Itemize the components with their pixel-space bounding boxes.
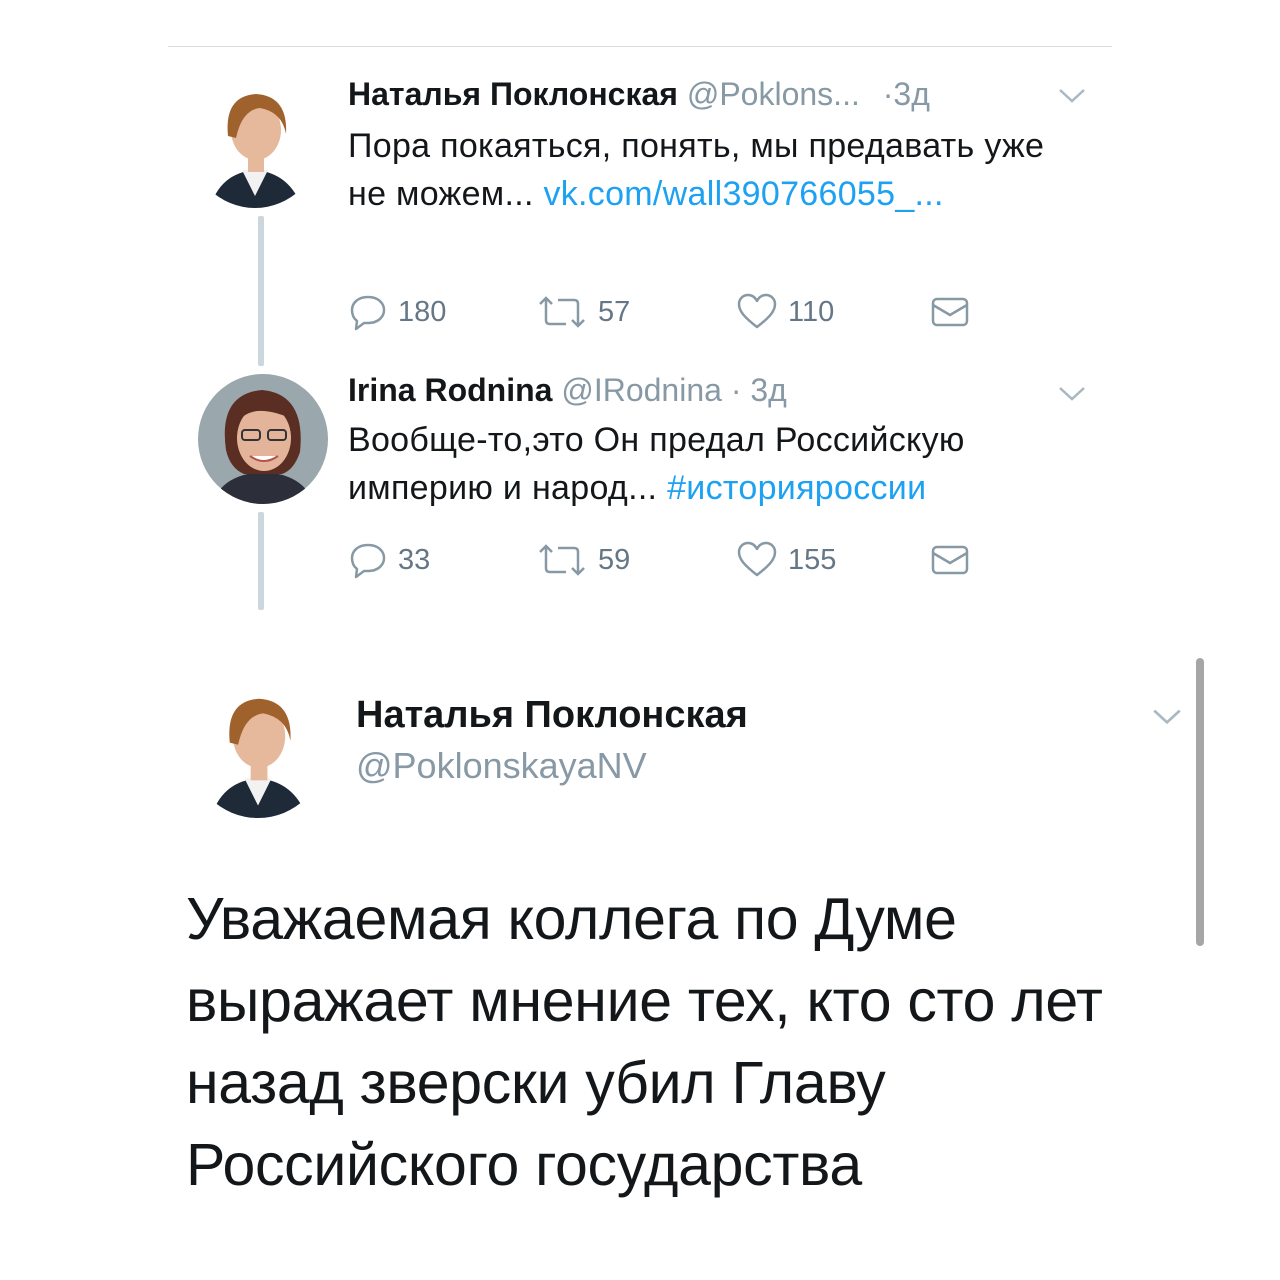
reply-button[interactable]: 180 — [348, 292, 446, 332]
like-button[interactable]: 110 — [736, 292, 834, 332]
tweet-actions: 33 59 155 — [348, 540, 988, 580]
retweet-count: 57 — [598, 295, 631, 328]
tweet-header: Наталья Поклонская @Poklons... ·3д — [348, 74, 930, 114]
tweet-link[interactable]: vk.com/wall390766055_... — [543, 175, 943, 213]
tweet-header: Irina Rodnina @IRodnina · 3д — [348, 370, 787, 410]
hashtag-link[interactable]: #историяроссии — [667, 469, 926, 507]
reply-count: 33 — [398, 543, 431, 576]
author-handle[interactable]: @IRodnina — [561, 372, 722, 408]
separator-dot: · — [882, 76, 894, 112]
retweet-icon — [539, 544, 585, 576]
chevron-down-icon[interactable] — [1056, 86, 1088, 106]
avatar[interactable] — [198, 374, 328, 504]
retweet-button[interactable]: 59 — [536, 540, 630, 580]
retweet-icon — [539, 296, 585, 328]
author-handle[interactable]: @PoklonskayaNV — [356, 742, 647, 790]
dm-button[interactable] — [930, 540, 980, 580]
avatar[interactable] — [190, 682, 326, 818]
tweet-rodnina[interactable]: Irina Rodnina @IRodnina · 3д Вообще-то,э… — [0, 360, 1280, 620]
avatar-image — [190, 682, 326, 818]
tweet-actions: 180 57 110 — [348, 292, 988, 332]
author-name[interactable]: Irina Rodnina — [348, 372, 552, 408]
reply-icon — [350, 295, 386, 331]
main-tweet-text: Уважаемая коллега по Думе выражает мнени… — [186, 886, 1103, 1198]
retweet-count: 59 — [598, 543, 631, 576]
heart-icon — [737, 293, 777, 329]
like-button[interactable]: 155 — [736, 540, 836, 580]
tweet-body: Вообще-то,это Он предал Российскую импер… — [348, 416, 1088, 512]
avatar-image — [190, 78, 320, 208]
reply-button[interactable]: 33 — [348, 540, 430, 580]
timestamp[interactable]: 3д — [750, 372, 786, 408]
heart-icon — [737, 541, 777, 577]
timestamp[interactable]: 3д — [893, 76, 929, 112]
reply-icon — [350, 543, 386, 579]
chevron-down-icon[interactable] — [1056, 384, 1088, 404]
like-count: 110 — [788, 295, 835, 328]
author-name[interactable]: Наталья Поклонская — [348, 76, 678, 112]
scrollbar[interactable] — [1196, 658, 1204, 946]
tweet-body: Пора покаяться, понять, мы предавать уже… — [348, 122, 1088, 218]
avatar-image — [198, 374, 328, 504]
thread-connector — [258, 216, 264, 366]
reply-count: 180 — [398, 295, 447, 328]
author-name[interactable]: Наталья Поклонская — [356, 690, 748, 740]
twitter-thread-screen: Наталья Поклонская @Poklons... ·3д Пора … — [0, 0, 1280, 1280]
author-handle[interactable]: @Poklons... — [687, 76, 860, 112]
thread-connector — [258, 512, 264, 610]
dm-button[interactable] — [930, 292, 980, 332]
avatar[interactable] — [190, 78, 320, 208]
separator-dot: · — [730, 372, 742, 408]
envelope-icon — [931, 297, 969, 327]
tweet-poklonskaya[interactable]: Наталья Поклонская @Poklons... ·3д Пора … — [0, 0, 1280, 366]
chevron-down-icon[interactable] — [1150, 706, 1184, 728]
retweet-button[interactable]: 57 — [536, 292, 630, 332]
envelope-icon — [931, 545, 969, 575]
like-count: 155 — [788, 543, 837, 576]
